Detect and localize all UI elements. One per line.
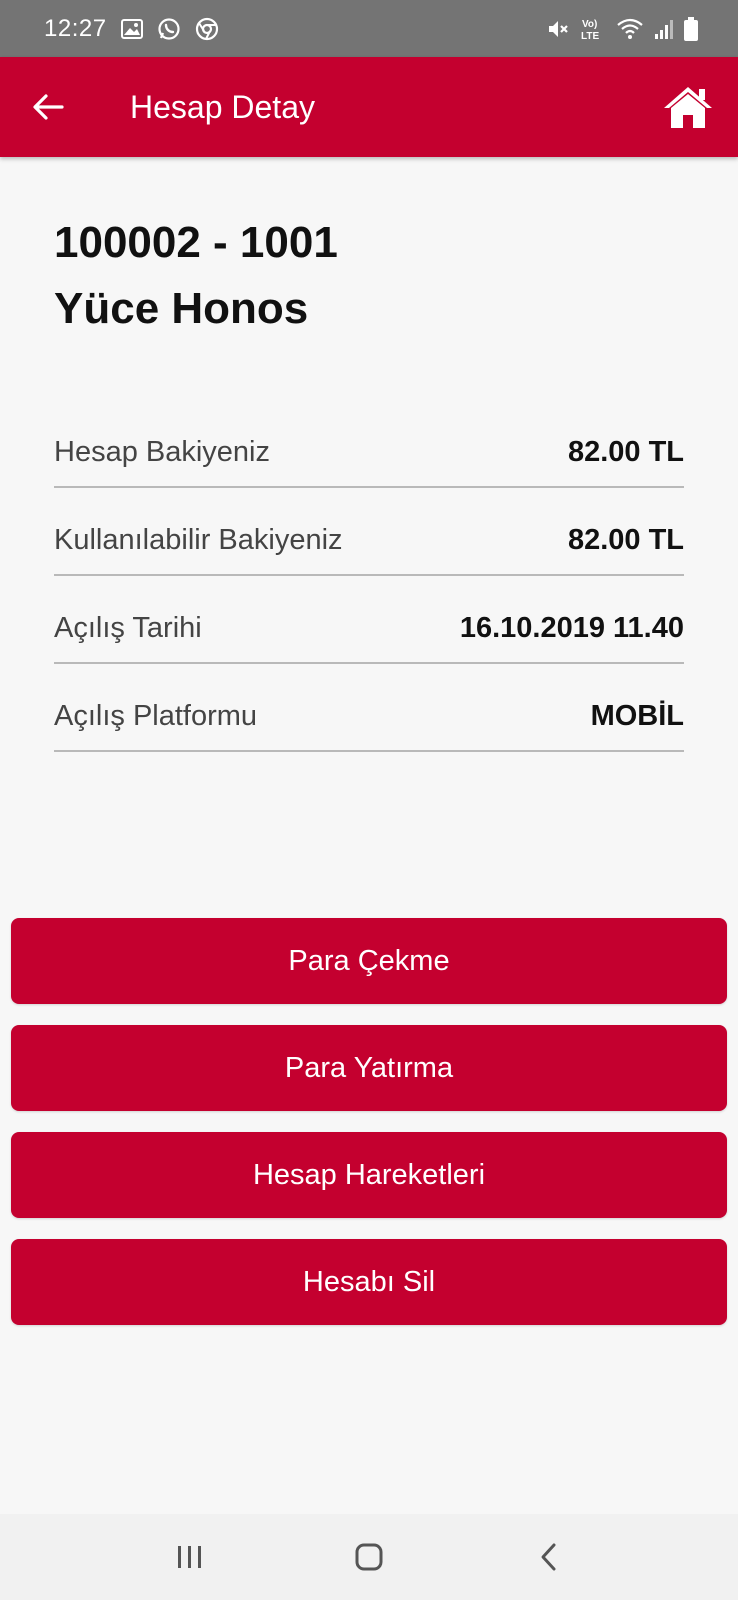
account-details: Hesap Bakiyeniz 82.00 TL Kullanılabilir … bbox=[54, 400, 684, 752]
volte-icon: Vo) LTE bbox=[580, 16, 606, 42]
page-title: Hesap Detay bbox=[130, 89, 315, 125]
account-owner: Yüce Honos bbox=[54, 284, 309, 333]
deposit-button[interactable]: Para Yatırma bbox=[11, 1025, 727, 1111]
detail-value: MOBİL bbox=[590, 699, 684, 732]
detail-row-opening-date: Açılış Tarihi 16.10.2019 11.40 bbox=[54, 576, 684, 664]
status-left: 12:27 bbox=[44, 15, 219, 43]
back-button[interactable] bbox=[28, 89, 68, 125]
detail-value: 16.10.2019 11.40 bbox=[459, 611, 684, 644]
recent-apps-icon bbox=[177, 1546, 201, 1568]
detail-label: Açılış Tarihi bbox=[54, 611, 202, 644]
account-transactions-button[interactable]: Hesap Hareketleri bbox=[11, 1132, 727, 1218]
home-button[interactable] bbox=[662, 83, 714, 131]
detail-label: Açılış Platformu bbox=[54, 699, 258, 732]
app-bar: Hesap Detay bbox=[0, 57, 738, 157]
detail-value: 82.00 TL bbox=[567, 523, 684, 556]
recent-apps-button[interactable] bbox=[160, 1527, 220, 1587]
detail-row-balance: Hesap Bakiyeniz 82.00 TL bbox=[54, 400, 684, 488]
back-nav-button[interactable] bbox=[518, 1527, 578, 1587]
home-icon bbox=[664, 87, 712, 128]
system-nav-bar bbox=[0, 1514, 738, 1600]
detail-value: 82.00 TL bbox=[567, 435, 684, 468]
home-nav-button[interactable] bbox=[339, 1527, 399, 1587]
status-right: Vo) LTE bbox=[546, 16, 698, 42]
svg-text:Vo): Vo) bbox=[582, 19, 597, 30]
detail-label: Hesap Bakiyeniz bbox=[54, 435, 270, 468]
withdraw-button[interactable]: Para Çekme bbox=[11, 918, 727, 1004]
home-nav-icon bbox=[355, 1543, 383, 1571]
signal-icon bbox=[654, 18, 674, 40]
svg-text:LTE: LTE bbox=[581, 31, 599, 42]
arrow-left-icon bbox=[33, 94, 64, 120]
status-bar: 12:27 Vo) LTE bbox=[0, 0, 738, 57]
status-time: 12:27 bbox=[44, 14, 107, 42]
chrome-icon bbox=[195, 17, 219, 41]
detail-row-opening-platform: Açılış Platformu MOBİL bbox=[54, 664, 684, 752]
detail-label: Kullanılabilir Bakiyeniz bbox=[54, 523, 343, 556]
wifi-icon bbox=[616, 17, 644, 41]
back-nav-icon bbox=[541, 1543, 556, 1571]
battery-icon bbox=[684, 16, 698, 41]
mute-icon bbox=[546, 17, 570, 41]
whatsapp-icon bbox=[157, 17, 181, 41]
action-buttons: Para Çekme Para Yatırma Hesap Hareketler… bbox=[11, 918, 727, 1346]
screen: 12:27 Vo) LTE Hesap Detay 100002 - 1001 … bbox=[0, 0, 738, 1600]
delete-account-button[interactable]: Hesabı Sil bbox=[11, 1239, 727, 1325]
account-number: 100002 - 1001 bbox=[54, 218, 338, 267]
detail-row-available-balance: Kullanılabilir Bakiyeniz 82.00 TL bbox=[54, 488, 684, 576]
image-icon bbox=[120, 18, 143, 39]
